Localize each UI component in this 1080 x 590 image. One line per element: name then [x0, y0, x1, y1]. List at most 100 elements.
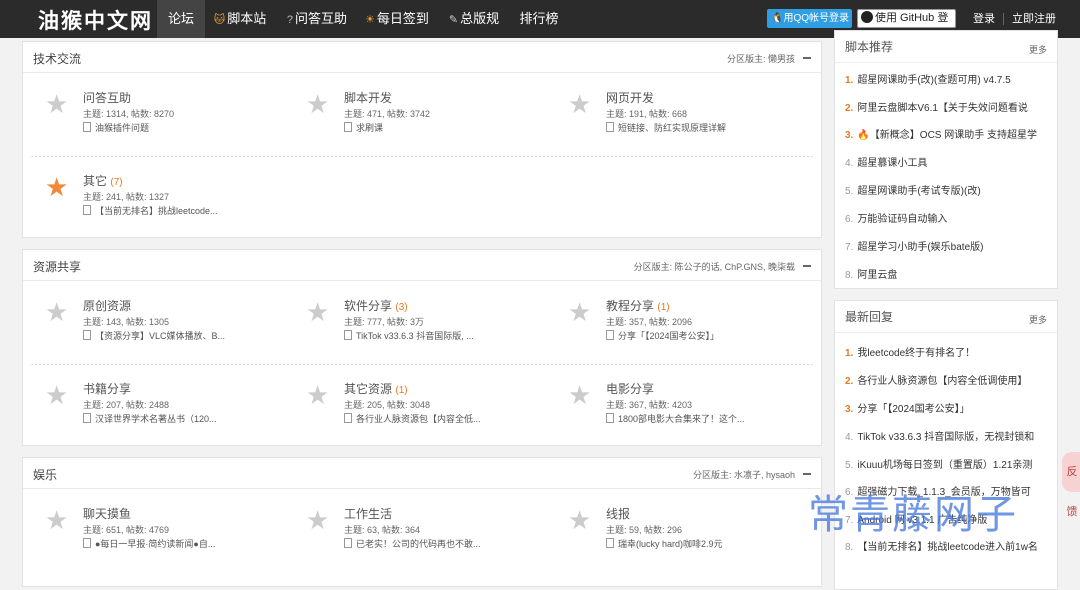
forum-stats: 主题: 1314, 帖数: 8270: [83, 109, 175, 119]
collapse-icon[interactable]: [803, 473, 811, 475]
forum-item[interactable]: ★ 问答互助 主题: 1314, 帖数: 8270 油猴插件问题: [45, 89, 295, 149]
star-icon: ★: [45, 172, 69, 202]
forum-last-post[interactable]: 【当前无排名】挑战leetcode...: [83, 204, 218, 217]
forum-item[interactable]: ★ 电影分享 主题: 367, 帖数: 4203 1800部电影大合集来了！这个…: [568, 380, 818, 440]
forum-last-post[interactable]: 分享「【2024国考公安】」: [606, 329, 719, 342]
more-link[interactable]: 更多: [1029, 43, 1047, 56]
forum-last-post[interactable]: 汉译世界学术名著丛书（120...: [83, 412, 217, 425]
star-icon: ★: [568, 89, 592, 119]
more-link[interactable]: 更多: [1029, 313, 1047, 326]
section-header: 技术交流 分区版主: 懒男孩: [23, 42, 821, 73]
sun-icon: ☀: [365, 14, 375, 26]
site-logo[interactable]: 油猴中文网: [38, 5, 153, 35]
forum-name[interactable]: 其它资源 (1): [344, 380, 408, 397]
nav-forum[interactable]: 论坛: [157, 0, 205, 38]
document-icon: [344, 122, 352, 132]
list-item[interactable]: 2. 各行业人脉资源包【内容全低调使用】: [845, 372, 1055, 387]
list-item[interactable]: 5. iKuuu机场每日签到（重置版）1.21亲测: [845, 456, 1055, 471]
document-icon: [344, 330, 352, 340]
star-icon: ★: [306, 89, 330, 119]
section-title[interactable]: 资源共享: [33, 258, 81, 275]
list-item[interactable]: 3. 分享「【2024国考公安】」: [845, 400, 1055, 415]
forum-name[interactable]: 教程分享 (1): [606, 297, 670, 314]
forum-name[interactable]: 原创资源: [83, 297, 131, 314]
forum-item[interactable]: ★ 脚本开发 主题: 471, 帖数: 3742 求刷课: [306, 89, 556, 149]
qq-login-button[interactable]: 🐧用QQ帐号登录: [767, 9, 852, 28]
forum-item[interactable]: ★ 原创资源 主题: 143, 帖数: 1305 【资源分享】VLC媒体播放、B…: [45, 297, 295, 357]
nav-checkin[interactable]: ☀ 每日签到: [364, 0, 430, 38]
star-icon: ★: [306, 505, 330, 535]
list-item[interactable]: 5. 超星网课助手(考试专版)(改): [845, 182, 1055, 197]
forum-last-post[interactable]: 1800部电影大合集来了！这个...: [606, 412, 745, 425]
feedback-tab[interactable]: 反馈: [1062, 452, 1080, 518]
forum-stats: 主题: 63, 帖数: 364: [344, 525, 421, 535]
forum-last-post[interactable]: 瑞幸(lucky hard)咖啡2.9元: [606, 537, 723, 550]
forum-item[interactable]: ★ 其它资源 (1) 主题: 205, 帖数: 3048 各行业人脉资源包【内容…: [306, 380, 556, 440]
github-login-button[interactable]: 使用 GitHub 登录: [857, 9, 956, 41]
forum-item[interactable]: ★ 网页开发 主题: 191, 帖数: 668 短链接、防红实现原理详解: [568, 89, 818, 149]
forum-last-post[interactable]: 各行业人脉资源包【内容全低...: [344, 412, 481, 425]
forum-name[interactable]: 脚本开发: [344, 89, 392, 106]
forum-last-post[interactable]: 已老实！公司的代码再也不敢...: [344, 537, 481, 550]
forum-item[interactable]: ★ 书籍分享 主题: 207, 帖数: 2488 汉译世界学术名著丛书（120.…: [45, 380, 295, 440]
list-item[interactable]: 3. 🔥【新概念】OCS 网课助手 支持超星学: [845, 126, 1055, 141]
document-icon: [606, 538, 614, 548]
forum-name[interactable]: 网页开发: [606, 89, 654, 106]
forum-last-post[interactable]: TikTok v33.6.3 抖音国际版, ...: [344, 329, 474, 342]
nav-ranking[interactable]: 排行榜: [516, 0, 562, 38]
list-item[interactable]: 6. 万能验证码自动输入: [845, 210, 1055, 225]
forum-name[interactable]: 聊天摸鱼: [83, 505, 131, 522]
watermark-text: 常青藤网子: [808, 492, 1018, 538]
forum-name[interactable]: 电影分享: [606, 380, 654, 397]
forum-name[interactable]: 软件分享 (3): [344, 297, 408, 314]
document-icon: [606, 122, 614, 132]
list-item[interactable]: 8. 阿里云盘: [845, 266, 1055, 281]
forum-name[interactable]: 问答互助: [83, 89, 131, 106]
star-icon: ★: [568, 297, 592, 327]
section-header: 娱乐 分区版主: 水凛子, hysaoh: [23, 458, 821, 489]
forum-last-post[interactable]: 短链接、防红实现原理详解: [606, 121, 726, 134]
list-item[interactable]: 4. TikTok v33.6.3 抖音国际版，无视封锁和: [845, 428, 1055, 443]
nav-rules[interactable]: ✎ 总版规: [446, 0, 502, 38]
nav-qa[interactable]: ? 问答互助: [282, 0, 352, 38]
list-item[interactable]: 4. 超星慕课小工具: [845, 154, 1055, 169]
forum-last-post[interactable]: 油猴插件问题: [83, 121, 149, 134]
forum-last-post[interactable]: 【资源分享】VLC媒体播放、B...: [83, 329, 225, 342]
collapse-icon[interactable]: [803, 265, 811, 267]
section-moderators: 分区版主: 陈公子的话, ChP.GNS, 晚柒载: [633, 262, 795, 272]
collapse-icon[interactable]: [803, 57, 811, 59]
section-title[interactable]: 技术交流: [33, 50, 81, 67]
latest-replies-panel: 最新回复 更多 1. 我leetcode终于有排名了！ 2. 各行业人脉资源包【内容…: [834, 300, 1058, 590]
forum-name[interactable]: 书籍分享: [83, 380, 131, 397]
pencil-icon: ✎: [448, 14, 459, 26]
list-item[interactable]: 7. 超星学习小助手(娱乐bate版): [845, 238, 1055, 253]
panel-title: 最新回复: [845, 310, 894, 324]
list-item[interactable]: 1. 超星网课助手(改)(查题可用) v4.7.5: [845, 71, 1055, 86]
forum-item[interactable]: ★ 聊天摸鱼 主题: 651, 帖数: 4769 ●每日一早报·简约读新闻●自.…: [45, 505, 295, 565]
forum-item[interactable]: ★ 教程分享 (1) 主题: 357, 帖数: 2096 分享「【2024国考公…: [568, 297, 818, 357]
forum-name[interactable]: 工作生活: [344, 505, 392, 522]
forum-item[interactable]: ★ 线报 主题: 59, 帖数: 296 瑞幸(lucky hard)咖啡2.9…: [568, 505, 818, 565]
forum-last-post[interactable]: ●每日一早报·简约读新闻●自...: [83, 537, 215, 550]
forum-stats: 主题: 367, 帖数: 4203: [606, 400, 693, 410]
forum-name[interactable]: 线报: [606, 505, 630, 522]
forum-last-post[interactable]: 求刷课: [344, 121, 383, 134]
section-tech: 技术交流 分区版主: 懒男孩 ★ 问答互助 主题: 1314, 帖数: 8270…: [22, 41, 822, 238]
list-item[interactable]: 2. 阿里云盘脚本V6.1【关于失效问题看说: [845, 99, 1055, 114]
nav-scripts[interactable]: 🐱 脚本站: [209, 0, 271, 38]
forum-name[interactable]: 其它 (7): [83, 172, 123, 189]
list-item[interactable]: 8. 【当前无排名】挑战leetcode进入前1w名: [845, 538, 1055, 553]
panel-header: 脚本推荐 更多: [835, 31, 1057, 63]
document-icon: [344, 538, 352, 548]
star-icon: ★: [45, 505, 69, 535]
forum-item[interactable]: ★ 软件分享 (3) 主题: 777, 帖数: 3万 TikTok v33.6.…: [306, 297, 556, 357]
question-icon: ?: [286, 14, 294, 26]
forum-stats: 主题: 205, 帖数: 3048: [344, 400, 431, 410]
section-title[interactable]: 娱乐: [33, 466, 57, 483]
forum-item[interactable]: ★ 工作生活 主题: 63, 帖数: 364 已老实！公司的代码再也不敢...: [306, 505, 556, 565]
forum-item[interactable]: ★ 其它 (7) 主题: 241, 帖数: 1327 【当前无排名】挑战leet…: [45, 172, 295, 232]
forum-stats: 主题: 357, 帖数: 2096: [606, 317, 693, 327]
row-divider: [31, 364, 813, 365]
list-item[interactable]: 1. 我leetcode终于有排名了！: [845, 344, 1055, 359]
star-icon: ★: [45, 297, 69, 327]
